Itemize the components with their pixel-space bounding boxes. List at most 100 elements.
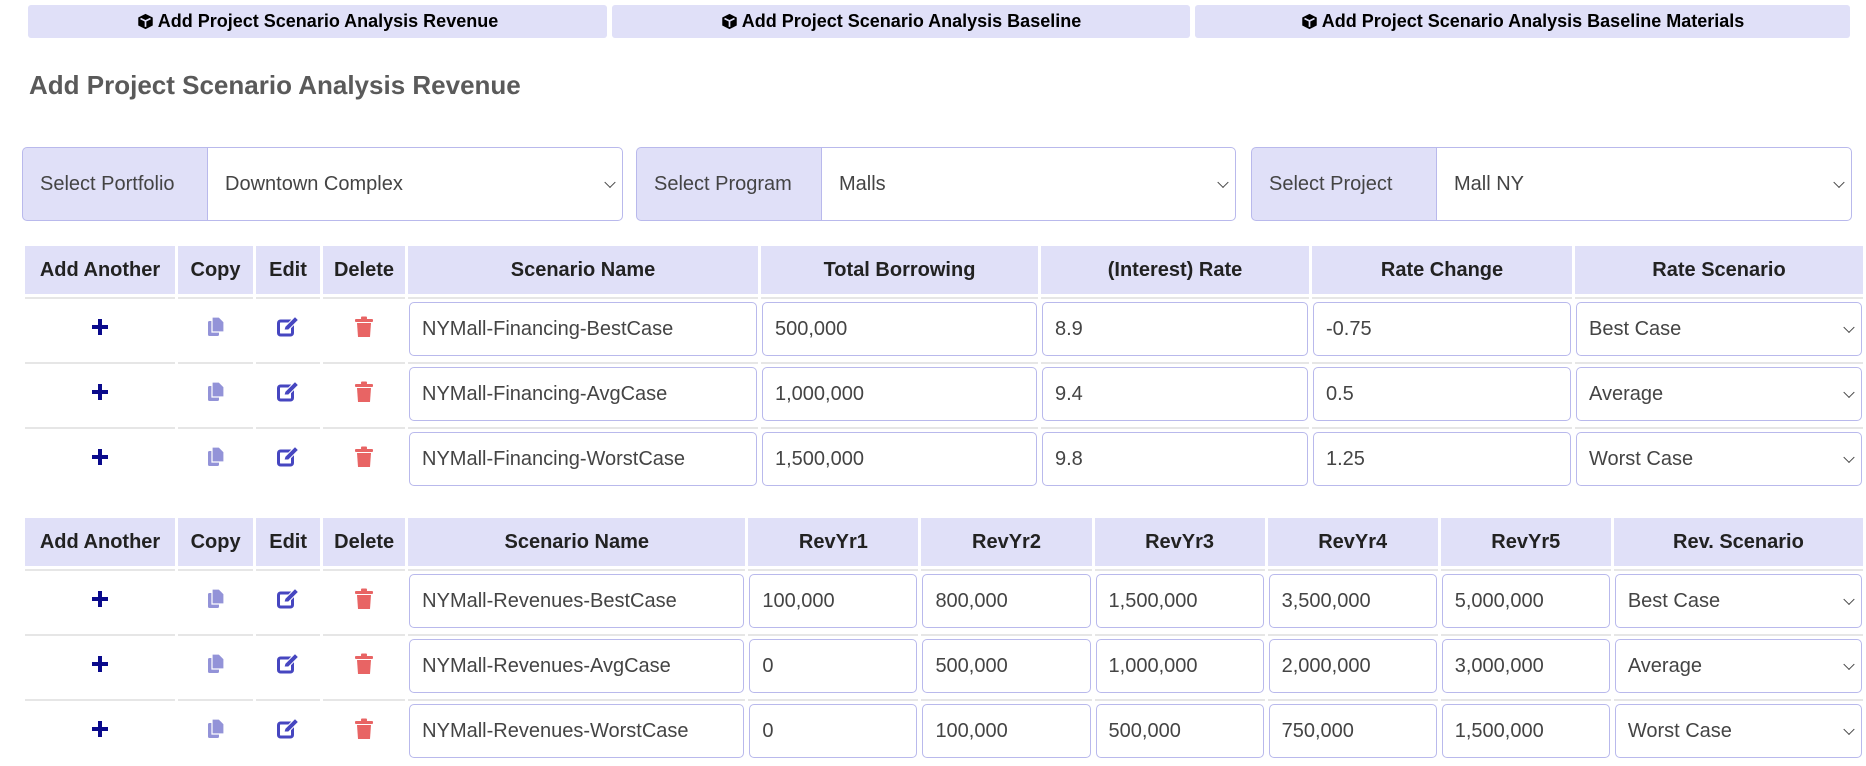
portfolio-select-group: Select Portfolio Downtown Complex (22, 147, 623, 221)
copy-icon[interactable] (206, 587, 226, 615)
plus-icon[interactable] (90, 654, 110, 679)
table-row: NYMall-Financing-WorstCase 1,500,000 9.8 1.… (25, 427, 1863, 489)
plus-icon[interactable] (90, 317, 110, 342)
tab-label: Add Project Scenario Analysis Baseline (741, 11, 1082, 31)
rev-yr3-input[interactable]: 1,500,000 (1095, 574, 1264, 628)
plus-icon[interactable] (90, 589, 110, 614)
delete-cell (323, 362, 405, 424)
table-row: NYMall-Financing-AvgCase 1,000,000 9.4 0.5 A… (25, 362, 1863, 424)
interest-rate-input[interactable]: 9.8 (1042, 432, 1308, 486)
program-label: Select Program (636, 147, 821, 221)
rev-scenario-select[interactable]: Best Case (1614, 574, 1862, 628)
rate-scenario-select[interactable]: Worst Case (1576, 432, 1862, 486)
rev-yr3-input-value: 500,000 (1108, 719, 1181, 742)
chevron-down-icon (1843, 593, 1855, 606)
scenario-name-input[interactable]: NYMall-Revenues-BestCase (409, 574, 745, 628)
rev-yr2-input[interactable]: 500,000 (922, 639, 1091, 693)
rev-yr2-input[interactable]: 800,000 (922, 574, 1091, 628)
rev-yr4-input[interactable]: 3,500,000 (1268, 574, 1437, 628)
table-row: NYMall-Revenues-WorstCase 0 100,000 500,000… (25, 699, 1863, 761)
rev-scenario-select[interactable]: Worst Case (1614, 704, 1862, 758)
plus-icon[interactable] (90, 382, 110, 407)
plus-icon[interactable] (90, 447, 110, 472)
edit-icon[interactable] (276, 652, 300, 680)
edit-icon[interactable] (276, 380, 300, 408)
tab-add-baseline[interactable]: Add Project Scenario Analysis Baseline (612, 5, 1190, 38)
scenario-name-input[interactable]: NYMall-Revenues-AvgCase (409, 639, 745, 693)
copy-cell (178, 569, 254, 631)
rev-yr3-input[interactable]: 1,000,000 (1095, 639, 1264, 693)
total-borrowing-input[interactable]: 1,000,000 (762, 367, 1037, 421)
scenario-name-input[interactable]: NYMall-Revenues-WorstCase (409, 704, 745, 758)
total-borrowing-input[interactable]: 1,500,000 (762, 432, 1037, 486)
scenario-name-input[interactable]: NYMall-Financing-BestCase (409, 302, 757, 356)
financing-scenarios-table: Add Another Copy Edit Delete Scenario Na… (22, 243, 1866, 492)
copy-icon[interactable] (206, 380, 226, 408)
tab-add-baseline-materials[interactable]: Add Project Scenario Analysis Baseline M… (1195, 5, 1850, 38)
copy-icon[interactable] (206, 717, 226, 745)
copy-cell (178, 427, 253, 489)
trash-icon[interactable] (354, 653, 374, 680)
copy-icon[interactable] (206, 315, 226, 343)
scenario-name-input-value: NYMall-Revenues-WorstCase (422, 719, 689, 742)
scenario-name-input[interactable]: NYMall-Financing-AvgCase (409, 367, 757, 421)
program-select[interactable]: Malls (821, 147, 1236, 221)
delete-cell (323, 569, 406, 631)
rev-yr5-input-value: 3,000,000 (1454, 654, 1544, 677)
rev-yr5-input[interactable]: 5,000,000 (1441, 574, 1610, 628)
table-row: NYMall-Revenues-BestCase 100,000 800,000 1,… (25, 569, 1863, 631)
rev-yr4-input[interactable]: 750,000 (1268, 704, 1437, 758)
col-header-total-borrowing: Total Borrowing (761, 246, 1038, 294)
portfolio-label: Select Portfolio (22, 147, 207, 221)
col-header-copy: Copy (178, 518, 254, 566)
copy-icon[interactable] (206, 445, 226, 473)
rev-yr1-input[interactable]: 100,000 (749, 574, 918, 628)
rate-scenario-select[interactable]: Best Case (1576, 302, 1862, 356)
interest-rate-input[interactable]: 8.9 (1042, 302, 1308, 356)
rev-yr1-input[interactable]: 0 (749, 639, 918, 693)
rev-scenario-select[interactable]: Average (1614, 639, 1862, 693)
trash-icon[interactable] (354, 588, 374, 615)
trash-icon[interactable] (354, 381, 374, 408)
portfolio-select[interactable]: Downtown Complex (207, 147, 623, 221)
rev-yr2-input-value: 800,000 (935, 589, 1008, 612)
trash-icon[interactable] (354, 718, 374, 745)
plus-icon[interactable] (90, 719, 110, 744)
chevron-down-icon (1843, 658, 1855, 671)
scenario-name-input-value: NYMall-Financing-BestCase (422, 317, 674, 340)
project-select[interactable]: Mall NY (1436, 147, 1852, 221)
rate-change-input[interactable]: -0.75 (1313, 302, 1571, 356)
add-another-cell (25, 634, 176, 696)
portfolio-select-value: Downtown Complex (225, 172, 403, 195)
rev-yr2-input[interactable]: 100,000 (922, 704, 1091, 758)
total-borrowing-input[interactable]: 500,000 (762, 302, 1037, 356)
rev-yr4-input[interactable]: 2,000,000 (1268, 639, 1437, 693)
rate-scenario-select-value: Worst Case (1589, 447, 1694, 470)
edit-icon[interactable] (276, 587, 300, 615)
rev-yr5-input[interactable]: 1,500,000 (1441, 704, 1610, 758)
trash-icon[interactable] (354, 446, 374, 473)
interest-rate-input[interactable]: 9.4 (1042, 367, 1308, 421)
interest-rate-input-value: 9.8 (1055, 447, 1083, 470)
trash-icon[interactable] (354, 316, 374, 343)
rev-yr5-input[interactable]: 3,000,000 (1441, 639, 1610, 693)
rate-change-input[interactable]: 1.25 (1313, 432, 1571, 486)
col-header-edit: Edit (256, 518, 321, 566)
col-header-add-another: Add Another (25, 518, 176, 566)
total-borrowing-input-value: 1,500,000 (775, 447, 864, 470)
edit-icon[interactable] (276, 315, 300, 343)
rate-scenario-select[interactable]: Average (1576, 367, 1862, 421)
scenario-name-input-value: NYMall-Financing-AvgCase (422, 382, 668, 405)
add-another-cell (25, 362, 175, 424)
scenario-name-input[interactable]: NYMall-Financing-WorstCase (409, 432, 757, 486)
cube-icon (722, 13, 737, 30)
interest-rate-input-value: 9.4 (1055, 382, 1083, 405)
tab-add-revenue[interactable]: Add Project Scenario Analysis Revenue (28, 5, 607, 38)
edit-icon[interactable] (276, 717, 300, 745)
copy-icon[interactable] (206, 652, 226, 680)
rev-yr3-input[interactable]: 500,000 (1095, 704, 1264, 758)
rate-change-input[interactable]: 0.5 (1313, 367, 1571, 421)
rev-yr1-input[interactable]: 0 (749, 704, 918, 758)
edit-icon[interactable] (276, 445, 300, 473)
edit-cell (256, 297, 320, 359)
